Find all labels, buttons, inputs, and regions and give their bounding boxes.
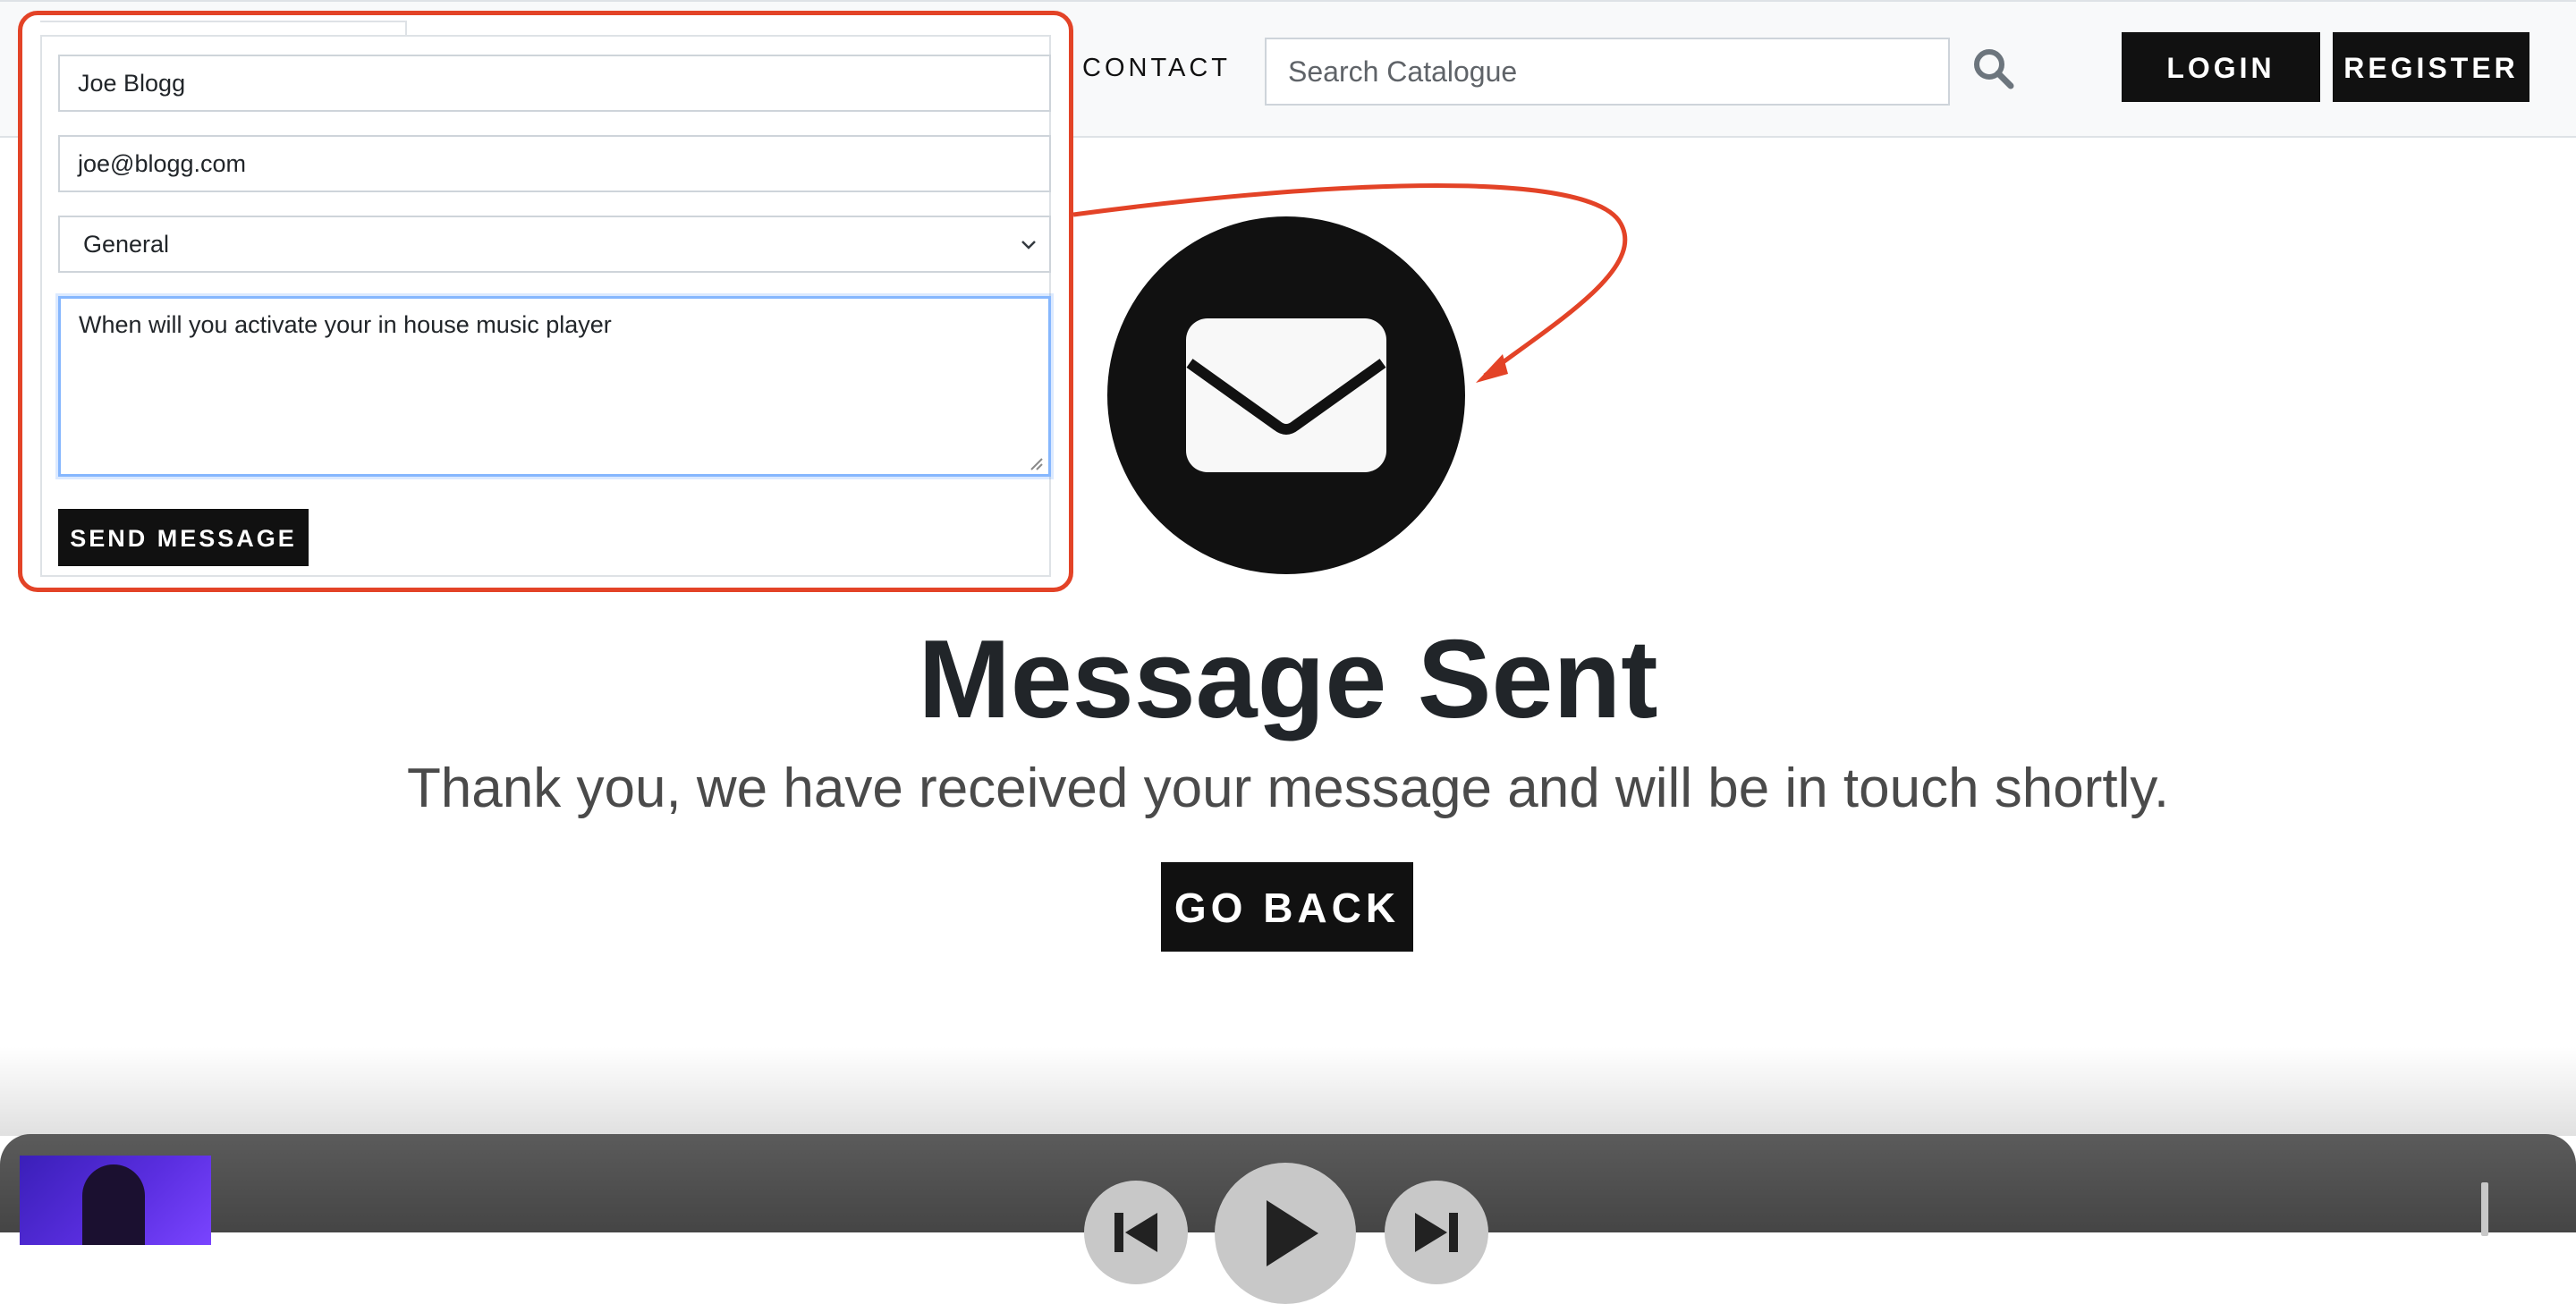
- envelope-icon: [1186, 318, 1386, 472]
- album-art: [20, 1156, 211, 1245]
- search-icon[interactable]: [1971, 47, 2016, 91]
- name-field[interactable]: Joe Blogg: [58, 55, 1051, 112]
- resize-handle-icon[interactable]: [1028, 455, 1044, 471]
- chevron-down-icon: [1021, 241, 1036, 250]
- album-art-figure: [82, 1164, 145, 1245]
- player-shadow: [0, 1046, 2576, 1136]
- skip-next-icon: [1415, 1213, 1458, 1252]
- previous-track-button[interactable]: [1084, 1181, 1188, 1284]
- search-input[interactable]: [1265, 38, 1950, 106]
- email-field[interactable]: joe@blogg.com: [58, 135, 1051, 192]
- register-button[interactable]: REGISTER: [2333, 32, 2529, 102]
- play-icon: [1267, 1200, 1318, 1266]
- contact-form-callout: Joe Blogg joe@blogg.com General When wil…: [18, 11, 1073, 592]
- play-button[interactable]: [1215, 1163, 1356, 1304]
- topic-select[interactable]: General: [58, 216, 1051, 273]
- callout-tab-edge: [40, 21, 407, 35]
- confirmation-text: Thank you, we have received your message…: [406, 758, 2170, 819]
- next-track-button[interactable]: [1385, 1181, 1488, 1284]
- nav-link-contact[interactable]: CONTACT: [1082, 54, 1231, 83]
- page-title: Message Sent: [918, 618, 1658, 741]
- volume-slider-handle[interactable]: [2481, 1182, 2488, 1236]
- send-message-button[interactable]: SEND MESSAGE: [58, 509, 309, 566]
- login-button[interactable]: LOGIN: [2122, 32, 2320, 102]
- message-sent-badge: [1107, 216, 1465, 574]
- go-back-button[interactable]: GO BACK: [1161, 862, 1413, 952]
- skip-previous-icon: [1114, 1213, 1157, 1252]
- music-player-bar: [0, 1134, 2576, 1304]
- message-textarea[interactable]: When will you activate your in house mus…: [58, 296, 1051, 477]
- topic-select-value: General: [83, 231, 170, 258]
